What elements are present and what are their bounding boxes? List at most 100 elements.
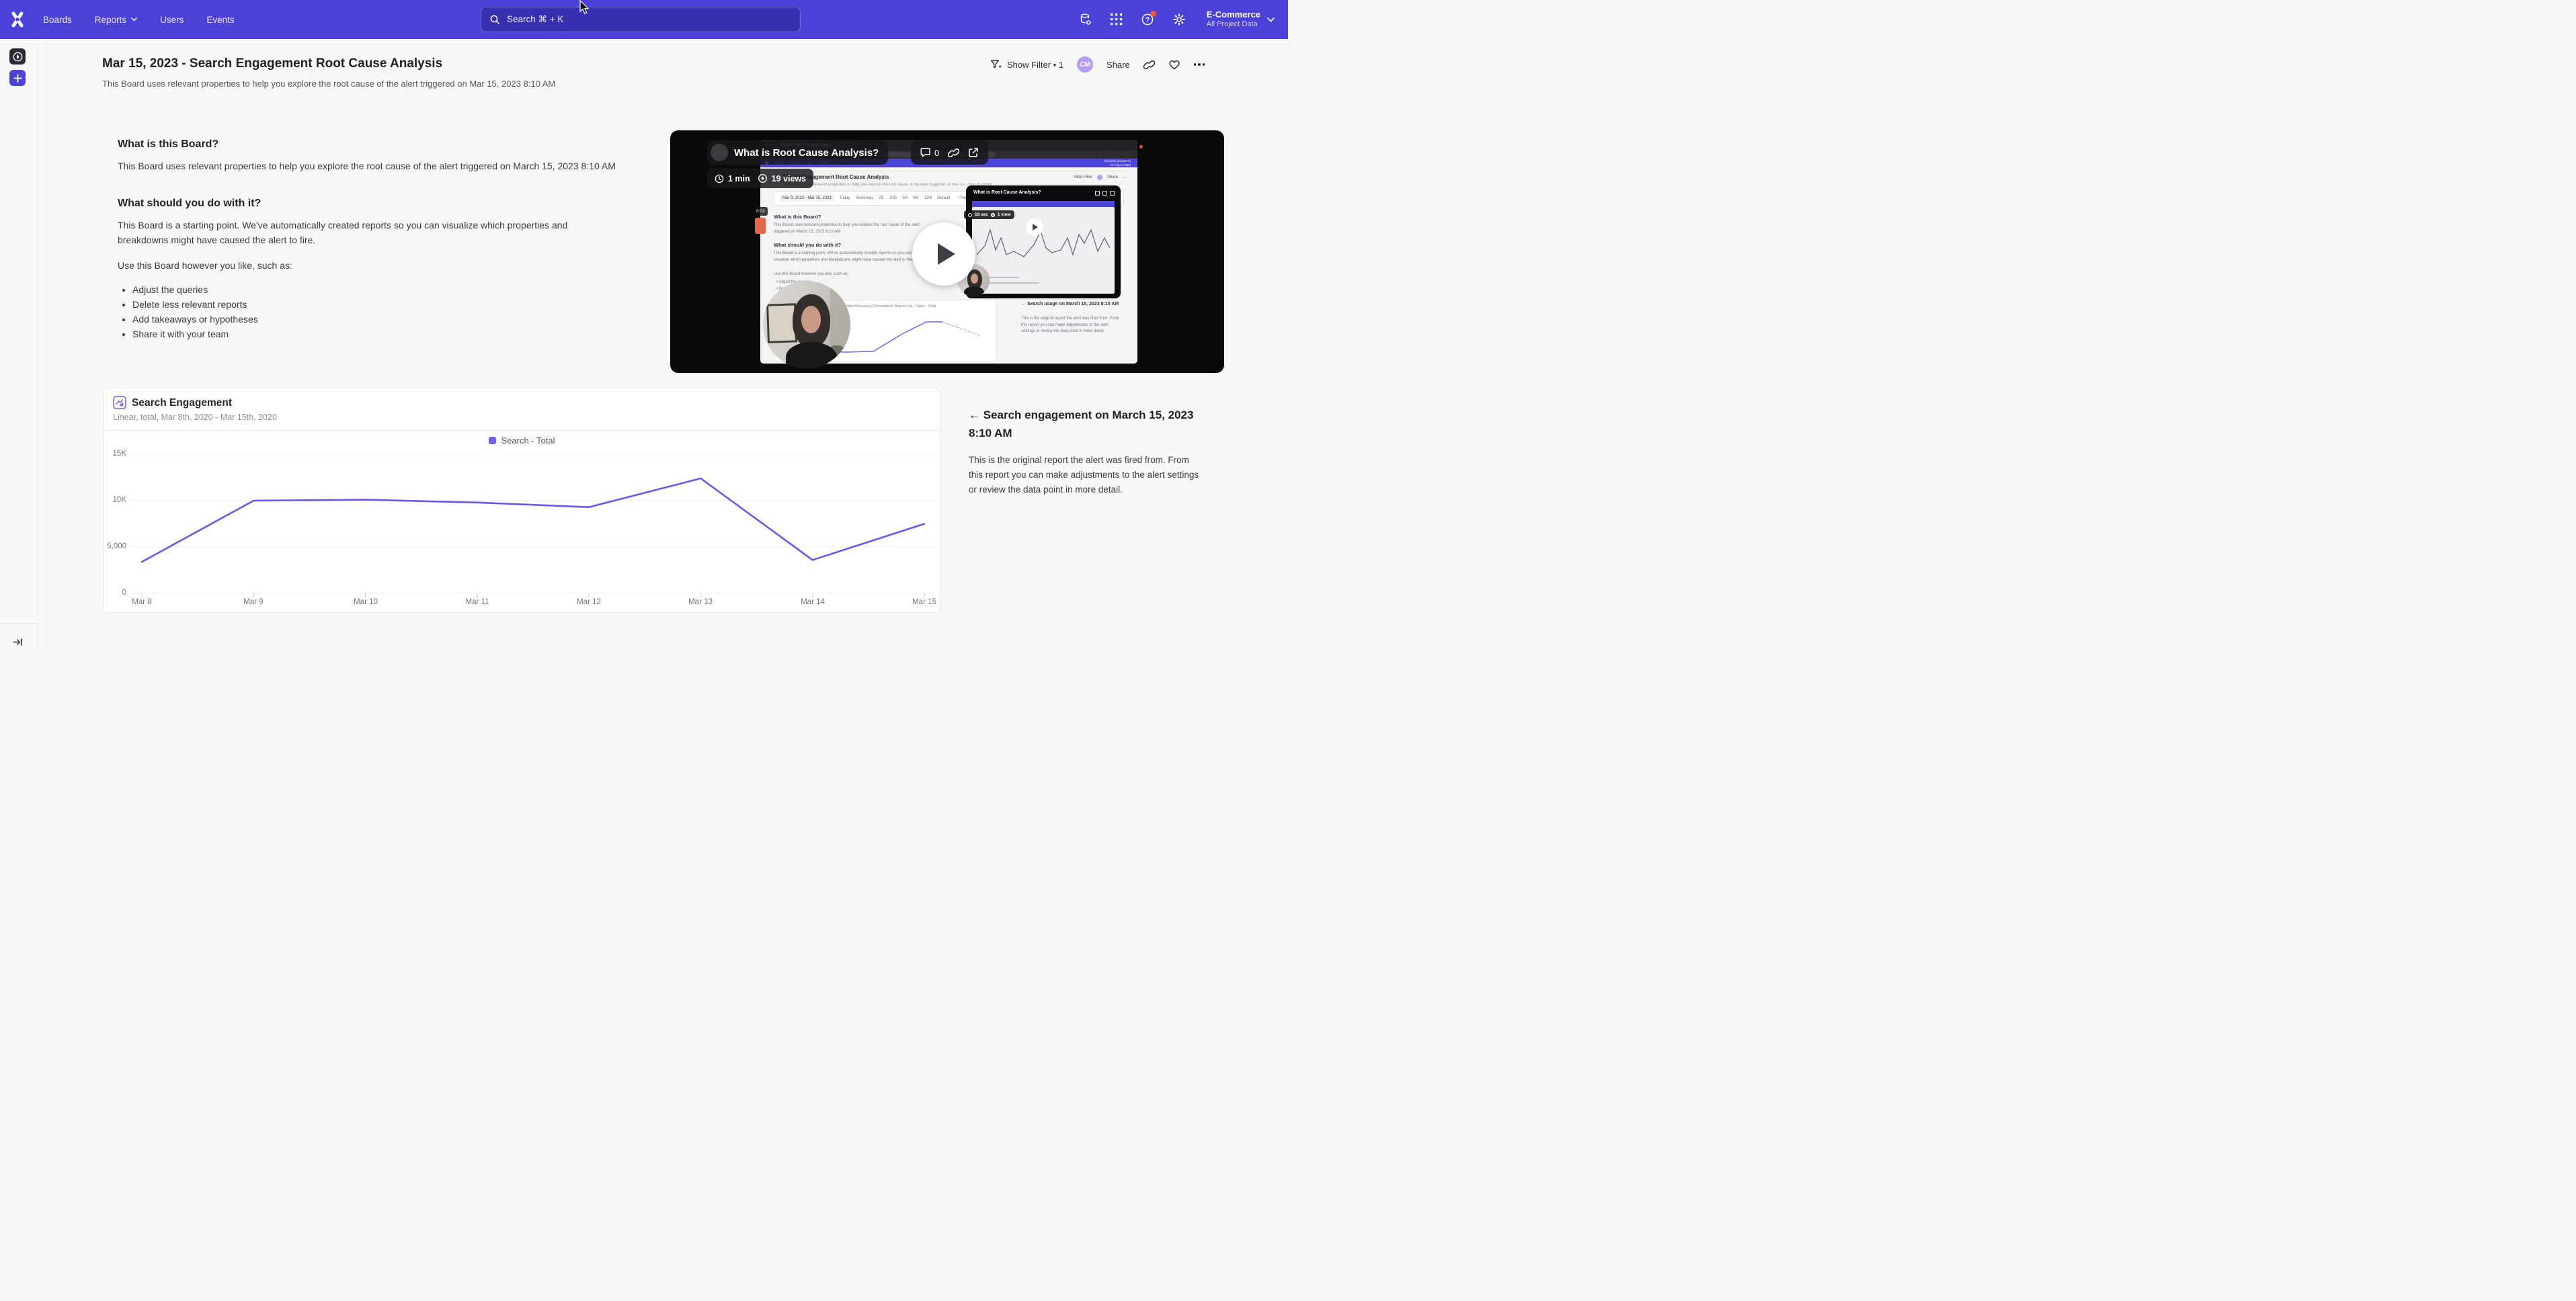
video-timestamp: 0:02 (754, 207, 768, 216)
list-item: Share it with your team (132, 327, 618, 341)
nav-item-reports-label: Reports (95, 15, 126, 25)
expand-sidebar-button[interactable] (9, 634, 26, 650)
heart-icon (1168, 59, 1180, 70)
video-duration: 1 min (728, 174, 750, 183)
x-axis-label: Mar 14 (801, 598, 825, 606)
avatar[interactable]: CM (1077, 56, 1093, 73)
mini-range: 3M (902, 196, 908, 200)
settings-gear-icon[interactable] (1172, 13, 1186, 26)
expand-right-icon (13, 638, 23, 646)
apps-grid-icon[interactable] (1111, 13, 1123, 26)
page-subtitle: This Board uses relevant properties to h… (102, 79, 555, 89)
app-root: Boards Reports Users Events Search ⌘ + K… (0, 0, 1288, 650)
notification-dot (1150, 11, 1156, 17)
copy-link-button[interactable] (1143, 59, 1155, 71)
mini-range: 12M (924, 196, 932, 200)
project-switcher[interactable]: E-Commerce All Project Data (1204, 9, 1275, 30)
side-note-body: This is the original report the alert wa… (969, 453, 1204, 497)
page-title: Mar 15, 2023 - Search Engagement Root Ca… (102, 56, 442, 71)
link-icon (1143, 59, 1155, 71)
clock-icon (715, 174, 724, 183)
nested-stats-pill: 18 sec 1 view (964, 210, 1014, 219)
nested-video-title: What is Root Cause Analysis? (973, 190, 1041, 195)
list-item: Delete less relevant reports (132, 297, 618, 312)
mini-para-3: Use this Board however you like, such as… (774, 271, 927, 278)
mini-range: 6M (913, 196, 918, 200)
play-button[interactable] (912, 222, 975, 286)
search-placeholder: Search ⌘ + K (507, 14, 563, 25)
video-avatar (711, 144, 728, 161)
series-line (142, 478, 924, 562)
open-external-icon[interactable] (968, 147, 979, 158)
video-stats-pill: 1 min 19 views (707, 169, 813, 188)
nav-item-boards[interactable]: Boards (43, 15, 72, 25)
rail-divider (0, 623, 38, 624)
chevron-down-icon (1267, 17, 1275, 22)
nested-video-icons (1095, 191, 1115, 196)
recording-dot (1139, 145, 1143, 149)
more-menu-button[interactable] (1194, 63, 1205, 66)
mini-note-body: This is the original report the alert wa… (1021, 316, 1122, 335)
gridlines (130, 454, 936, 593)
intro-para-3: Use this Board however you like, such as… (118, 258, 618, 273)
mixpanel-logo[interactable] (9, 11, 26, 28)
mouse-cursor (579, 0, 590, 15)
help-icon[interactable]: ? (1141, 13, 1154, 26)
x-axis-label: Mar 13 (688, 598, 713, 606)
x-axis-label: Mar 11 (466, 598, 489, 606)
share-button[interactable]: Share (1106, 60, 1130, 70)
nav-item-users[interactable]: Users (160, 15, 184, 25)
data-management-icon[interactable] (1079, 13, 1092, 26)
x-axis-label: Mar 12 (577, 598, 601, 606)
intro-section: What is this Board? This Board uses rele… (118, 138, 618, 341)
nav-item-reports[interactable]: Reports (95, 15, 137, 25)
eye-icon (758, 173, 768, 183)
report-card-search-engagement: Search Engagement Linear, total, Mar 8th… (103, 388, 940, 613)
discover-button[interactable] (9, 48, 26, 65)
mini-legend-label: [Content Discovery] Omnisearch Report Li… (840, 304, 936, 308)
nested-video-frame: What is Root Cause Analysis? 18 sec 1 vi… (966, 185, 1121, 298)
show-filter-button[interactable]: Show Filter • 1 (990, 59, 1063, 70)
mini-board-actions: Hide Filter Share … (1074, 175, 1127, 180)
comments-button[interactable]: 0 (920, 147, 939, 158)
favorite-button[interactable] (1168, 59, 1180, 70)
mini-range: 7D (879, 196, 884, 200)
copy-video-link-icon[interactable] (948, 147, 959, 159)
nested-duration: 18 sec (975, 212, 988, 217)
mini-project-name: Mixpanel (project 3) (1104, 159, 1131, 163)
x-ticks (142, 593, 924, 597)
mini-para-1: This Board uses relevant properties to h… (774, 222, 927, 235)
mini-hide-filter: Hide Filter (1074, 175, 1092, 179)
chevron-down-icon (131, 17, 137, 22)
recording-marker (755, 218, 766, 234)
webcam-bubble (763, 281, 850, 368)
show-filter-label: Show Filter • 1 (1007, 60, 1063, 70)
nested-screen (972, 207, 1115, 294)
video-player-card[interactable]: Mar 15, 2023 - Search Engag... Boards Re… (670, 130, 1224, 373)
x-axis-label: Mar 15 (912, 598, 936, 606)
video-actions-pill: 0 (911, 140, 988, 165)
intro-para-2: This Board is a starting point. We've au… (118, 218, 618, 247)
x-axis-label: Mar 10 (354, 598, 378, 606)
search-input[interactable]: Search ⌘ + K (481, 7, 801, 32)
intro-heading-2: What should you do with it? (118, 198, 618, 210)
board-actions: Show Filter • 1 CM Share (990, 56, 1205, 73)
nested-play-button[interactable] (1026, 218, 1043, 236)
video-title: What is Root Cause Analysis? (734, 147, 879, 159)
search-icon (489, 14, 500, 25)
list-item: Adjust the queries (132, 282, 618, 297)
mini-range: Default (937, 196, 950, 200)
eye-icon (991, 213, 995, 217)
intro-para-1: This Board uses relevant properties to h… (118, 159, 618, 173)
mini-para-2: This Board is a starting point. We've au… (774, 251, 927, 263)
mini-range: Yesterday (856, 196, 873, 200)
video-views: 19 views (772, 174, 806, 183)
intro-bullets: Adjust the queries Delete less relevant … (132, 282, 618, 341)
mini-note-heading: ← Search usage on March 15, 2023 8:10 AM (1021, 301, 1125, 308)
clock-icon (968, 213, 972, 217)
mini-share: Share (1107, 175, 1118, 179)
nav-item-events[interactable]: Events (206, 15, 234, 25)
left-rail (0, 39, 38, 650)
mini-project-scope: All Project Data (1110, 163, 1131, 167)
add-button[interactable] (9, 70, 26, 86)
